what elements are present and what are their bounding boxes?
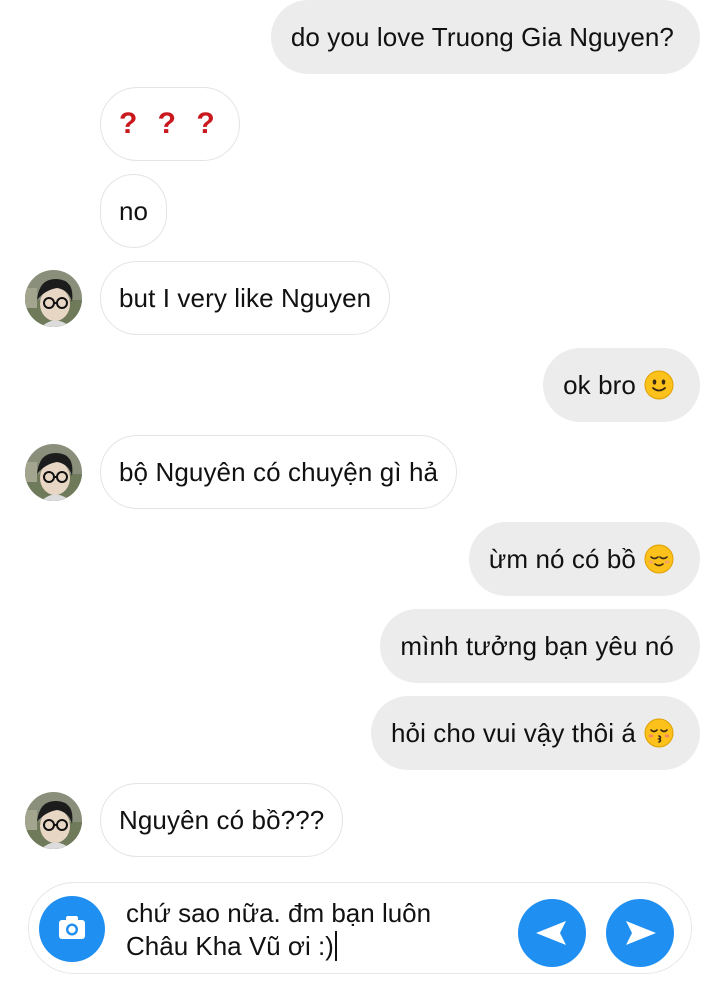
message-row: Nguyên có bồ??? [0, 783, 720, 859]
chat-thread: do you love Truong Gia Nguyen? ? ? ? no [0, 0, 720, 875]
message-row: ? ? ? [0, 87, 720, 163]
message-input[interactable]: chứ sao nữa. đm bạn luôn Châu Kha Vũ ơi … [126, 897, 506, 963]
message-row: do you love Truong Gia Nguyen? [0, 0, 720, 76]
message-text: Nguyên có bồ??? [119, 804, 325, 835]
message-row: but I very like Nguyen [0, 261, 720, 337]
message-text: mình tưởng bạn yêu nó [400, 630, 674, 661]
camera-icon [59, 916, 85, 939]
incoming-message[interactable]: Nguyên có bồ??? [100, 783, 344, 857]
outgoing-message[interactable]: ok bro [543, 348, 700, 422]
message-row: bộ Nguyên có chuyện gì hả [0, 435, 720, 511]
message-row: mình tưởng bạn yêu nó [0, 609, 720, 685]
incoming-message[interactable]: ? ? ? [100, 87, 240, 161]
avatar[interactable] [25, 792, 82, 849]
message-text: ok bro [563, 369, 636, 400]
outgoing-message[interactable]: mình tưởng bạn yêu nó [380, 609, 700, 683]
message-input-line: Châu Kha Vũ ơi :) [126, 931, 334, 961]
message-text: but I very like Nguyen [119, 282, 372, 313]
outgoing-message[interactable]: hỏi cho vui vậy thôi á [370, 696, 700, 770]
message-input-line: chứ sao nữa. đm bạn luôn [126, 898, 432, 928]
message-text: no [119, 195, 149, 226]
incoming-message[interactable]: no [100, 174, 168, 248]
relieved-emoji-icon [644, 544, 674, 574]
message-row: no [0, 174, 720, 250]
message-text: do you love Truong Gia Nguyen? [290, 21, 674, 52]
message-text: ? ? ? [119, 107, 221, 140]
back-arrow-button[interactable] [518, 899, 586, 967]
slightly-smiling-emoji-icon [644, 370, 674, 400]
message-row: hỏi cho vui vậy thôi á [0, 696, 720, 772]
send-button[interactable] [606, 899, 674, 967]
incoming-message[interactable]: bộ Nguyên có chuyện gì hả [100, 435, 458, 509]
back-arrow-icon [536, 921, 566, 945]
message-row: ừm nó có bồ [0, 522, 720, 598]
message-text: hỏi cho vui vậy thôi á [390, 717, 636, 748]
message-text: bộ Nguyên có chuyện gì hả [119, 456, 439, 487]
message-composer: chứ sao nữa. đm bạn luôn Châu Kha Vũ ơi … [28, 882, 692, 974]
outgoing-message[interactable]: ừm nó có bồ [468, 522, 700, 596]
send-icon [626, 921, 656, 945]
incoming-message[interactable]: but I very like Nguyen [100, 261, 391, 335]
outgoing-message[interactable]: do you love Truong Gia Nguyen? [270, 0, 700, 74]
text-caret [334, 931, 337, 961]
avatar[interactable] [25, 270, 82, 327]
message-text: ừm nó có bồ [488, 543, 636, 574]
avatar[interactable] [25, 444, 82, 501]
camera-button[interactable] [39, 896, 105, 962]
kissing-emoji-icon [644, 718, 674, 748]
message-row: ok bro [0, 348, 720, 424]
